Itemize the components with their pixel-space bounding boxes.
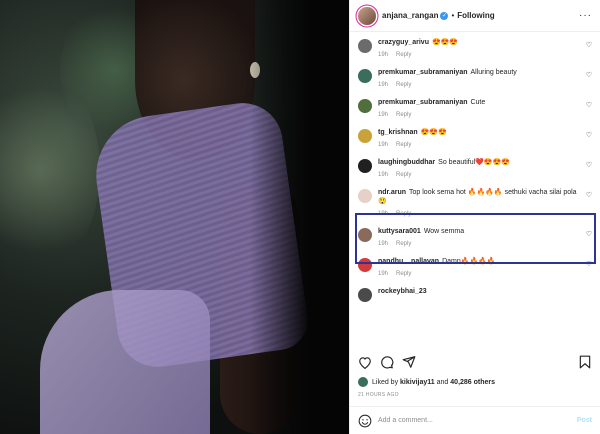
- reply-button[interactable]: Reply: [396, 52, 411, 58]
- verified-badge-icon: ✓: [440, 11, 449, 20]
- comment-text: Wow semma: [423, 228, 465, 235]
- post-timestamp: 21 HOURS AGO: [358, 392, 399, 398]
- comment-time: 19h: [378, 142, 389, 148]
- commenter-avatar[interactable]: [358, 189, 372, 203]
- emoji-icon[interactable]: [358, 414, 372, 428]
- comment-item: premkumar_subramaniyan Alluring beauty 19…: [358, 68, 592, 88]
- header-separator: •: [451, 11, 455, 20]
- add-comment-bar: Add a comment... Post: [350, 406, 600, 434]
- likes-summary: Liked by kikivijay11 and 40,286 others: [358, 377, 495, 387]
- reply-button[interactable]: Reply: [396, 82, 411, 88]
- commenter-username[interactable]: tg_krishnan: [378, 129, 418, 136]
- commenter-username[interactable]: laughingbuddhar: [378, 159, 435, 166]
- liker-avatar[interactable]: [358, 377, 368, 387]
- post-header: anjana_rangan ✓ • Following ···: [350, 0, 600, 32]
- comment-text: 😍😍😍: [431, 39, 459, 46]
- reply-button[interactable]: Reply: [396, 172, 411, 178]
- comment-time: 19h: [378, 172, 389, 178]
- likes-joiner: and: [436, 378, 449, 386]
- comment-item: crazyguy_arivu 😍😍😍 19h Reply ♡: [358, 38, 592, 58]
- heart-icon[interactable]: ♡: [586, 260, 592, 268]
- comment-text: Top look sema hot 🔥🔥🔥🔥 sethuki vacha sil…: [378, 189, 577, 205]
- commenter-avatar[interactable]: [358, 228, 372, 242]
- commenter-avatar[interactable]: [358, 288, 372, 302]
- comment-item: nandhu__nallavan Damn🔥🔥🔥🔥 19h Reply ♡: [358, 257, 592, 277]
- comment-item: laughingbuddhar So beautiful❤️😍😍😍 19h Repl…: [358, 158, 592, 178]
- heart-icon[interactable]: ♡: [586, 230, 592, 238]
- comments-list[interactable]: crazyguy_arivu 😍😍😍 19h Reply ♡ premkumar_s…: [350, 32, 600, 302]
- comment-time: 19h: [378, 112, 389, 118]
- heart-icon[interactable]: [358, 355, 372, 369]
- comment-item-highlighted: ndr.arun Top look sema hot 🔥🔥🔥🔥 sethuki v…: [358, 188, 592, 217]
- commenter-avatar[interactable]: [358, 129, 372, 143]
- post-side-panel: anjana_rangan ✓ • Following ··· crazyguy…: [349, 0, 600, 434]
- post-comment-button[interactable]: Post: [577, 417, 592, 424]
- comment-text: Damn🔥🔥🔥🔥: [442, 258, 496, 265]
- likes-count[interactable]: 40,286 others: [450, 379, 495, 386]
- heart-icon[interactable]: ♡: [586, 41, 592, 49]
- photo-shadow: [250, 0, 349, 434]
- comment-item: premkumar_subramaniyan Cute 19h Reply ♡: [358, 98, 592, 118]
- post-actions-bar: [358, 352, 592, 372]
- post-photo: [0, 0, 349, 434]
- reply-button[interactable]: Reply: [396, 211, 411, 217]
- reply-button[interactable]: Reply: [396, 241, 411, 247]
- comment-time: 19h: [378, 52, 389, 58]
- comment-item: tg_krishnan 😍😍😍 19h Reply ♡: [358, 128, 592, 148]
- comment-time: 19h: [378, 211, 389, 217]
- reply-button[interactable]: Reply: [396, 271, 411, 277]
- commenter-username[interactable]: kuttysara001: [378, 228, 421, 235]
- reply-button[interactable]: Reply: [396, 112, 411, 118]
- comment-time: 19h: [378, 241, 389, 247]
- heart-icon[interactable]: ♡: [586, 131, 592, 139]
- comment-text: So beautiful❤️😍😍😍: [438, 159, 511, 166]
- heart-icon[interactable]: ♡: [586, 71, 592, 79]
- commenter-username[interactable]: premkumar_subramaniyan: [378, 69, 467, 76]
- likes-prefix: Liked by: [372, 378, 399, 386]
- heart-icon[interactable]: ♡: [586, 191, 592, 199]
- comment-text: 😍😍😍: [420, 129, 447, 136]
- comment-item: rockeybhai_23: [358, 287, 592, 302]
- commenter-username[interactable]: rockeybhai_23: [378, 288, 427, 295]
- more-options-icon[interactable]: ···: [579, 10, 592, 21]
- comment-time: 19h: [378, 271, 389, 277]
- commenter-avatar[interactable]: [358, 69, 372, 83]
- commenter-username[interactable]: nandhu__nallavan: [378, 258, 439, 265]
- comment-text: Alluring beauty: [470, 69, 517, 76]
- commenter-avatar[interactable]: [358, 159, 372, 173]
- commenter-username[interactable]: premkumar_subramaniyan: [378, 99, 467, 106]
- reply-button[interactable]: Reply: [396, 142, 411, 148]
- following-button[interactable]: Following: [457, 11, 494, 20]
- commenter-username[interactable]: crazyguy_arivu: [378, 39, 429, 46]
- commenter-avatar[interactable]: [358, 39, 372, 53]
- heart-icon[interactable]: ♡: [586, 161, 592, 169]
- heart-icon[interactable]: ♡: [586, 101, 592, 109]
- commenter-avatar[interactable]: [358, 99, 372, 113]
- comment-icon[interactable]: [380, 355, 394, 369]
- comment-time: 19h: [378, 82, 389, 88]
- comment-item: kuttysara001 Wow semma 19h Reply ♡: [358, 227, 592, 247]
- author-username[interactable]: anjana_rangan: [382, 11, 438, 20]
- photo-saree: [40, 290, 210, 434]
- share-icon[interactable]: [402, 355, 416, 369]
- commenter-username[interactable]: ndr.arun: [378, 189, 406, 196]
- add-comment-input[interactable]: Add a comment...: [378, 417, 433, 424]
- commenter-avatar[interactable]: [358, 258, 372, 272]
- bookmark-icon[interactable]: [578, 355, 592, 369]
- comment-text: Cute: [470, 99, 486, 106]
- author-avatar[interactable]: [358, 6, 376, 25]
- liker-username[interactable]: kikivijay11: [400, 379, 435, 386]
